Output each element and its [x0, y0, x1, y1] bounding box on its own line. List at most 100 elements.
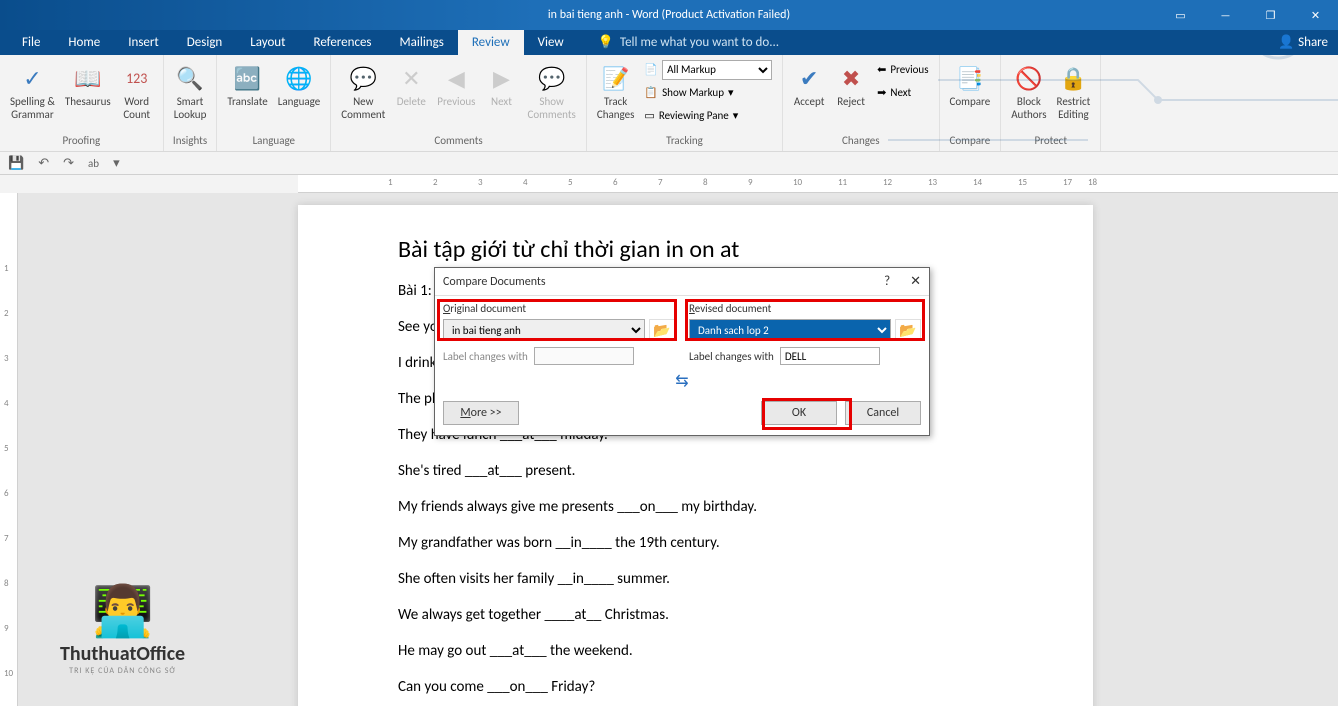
revised-document-dropdown[interactable]: Danh sach lop 2 [689, 319, 891, 341]
laptop-person-icon: 👨‍💻 [60, 581, 185, 642]
group-label: Comments [434, 132, 482, 149]
original-doc-label: Original document [443, 302, 675, 315]
prev-icon: ⬅ [877, 63, 886, 76]
word-count-button[interactable]: 123Word Count [117, 59, 157, 123]
block-authors-button[interactable]: 🚫Block Authors [1007, 59, 1050, 123]
restore-button[interactable]: ❐ [1248, 0, 1293, 30]
label-changes-rev-input[interactable] [780, 347, 880, 365]
qat-customize[interactable]: ▾ [113, 156, 120, 171]
tab-design[interactable]: Design [173, 30, 236, 55]
group-label: Protect [1035, 132, 1068, 149]
tab-mailings[interactable]: Mailings [386, 30, 458, 55]
prev-icon: ◀ [448, 61, 465, 95]
accept-icon: ✔ [800, 61, 818, 95]
undo-button[interactable]: ↶ [38, 156, 49, 171]
window-title: in bai tieng anh - Word (Product Activat… [548, 8, 790, 22]
lock-icon: 🔒 [1060, 61, 1087, 95]
translate-button[interactable]: 🔤Translate [223, 59, 271, 110]
tab-layout[interactable]: Layout [236, 30, 299, 55]
doc-icon: 📄 [644, 63, 658, 76]
eye-icon: 📋 [644, 86, 658, 99]
next-icon: ▶ [493, 61, 510, 95]
reject-button[interactable]: ✖Reject [831, 59, 871, 110]
compare-button[interactable]: 📑Compare [946, 59, 995, 110]
ribbon-options-icon[interactable]: ▭ [1158, 0, 1203, 30]
123-icon: 123 [126, 61, 147, 95]
abc-check-icon: ✓ [23, 61, 41, 95]
compare-documents-dialog: Compare Documents ? ✕ Original document … [434, 267, 930, 436]
block-icon: 🚫 [1015, 61, 1042, 95]
group-label: Proofing [62, 132, 100, 149]
translate-icon: 🔤 [234, 61, 261, 95]
spelling-grammar-button[interactable]: ✓Spelling & Grammar [6, 59, 59, 123]
show-markup-dropdown[interactable]: 📋Show Markup ▾ [640, 82, 776, 103]
close-button[interactable]: ✕ [1293, 0, 1338, 30]
ok-button[interactable]: OK [761, 401, 837, 425]
titlebar: in bai tieng anh - Word (Product Activat… [0, 0, 1338, 30]
browse-revised-button[interactable]: 📂 [895, 319, 921, 341]
dialog-close-button[interactable]: ✕ [910, 274, 921, 289]
dialog-title: Compare Documents [443, 275, 546, 289]
quick-access-toolbar: 💾 ↶ ↷ ab ▾ [0, 152, 1338, 175]
restrict-editing-button[interactable]: 🔒Restrict Editing [1053, 59, 1095, 123]
language-button[interactable]: 🌐Language [274, 59, 324, 110]
original-document-dropdown[interactable]: in bai tieng anh [443, 319, 645, 341]
ruler-horizontal[interactable]: 1234567891011121314151718 [298, 175, 1338, 193]
dialog-help-button[interactable]: ? [884, 274, 890, 289]
repeat-button[interactable]: ab [88, 157, 99, 170]
browse-original-button[interactable]: 📂 [649, 319, 675, 341]
show-icon: 💬 [538, 61, 565, 95]
track-icon: 📝 [602, 61, 629, 95]
previous-change-button[interactable]: ⬅Previous [873, 59, 932, 80]
lightbulb-icon: 💡 [598, 35, 614, 50]
save-icon[interactable]: 💾 [8, 156, 24, 171]
new-comment-button[interactable]: 💬New Comment [337, 59, 389, 123]
tab-references[interactable]: References [300, 30, 386, 55]
revised-doc-label: Revised document [689, 302, 921, 315]
menubar: File Home Insert Design Layout Reference… [0, 30, 1338, 55]
group-label: Changes [842, 132, 880, 149]
next-icon: ➡ [877, 86, 886, 99]
tell-me-input[interactable]: 💡 Tell me what you want to do... [598, 30, 779, 55]
ruler-vertical[interactable]: 12345678910 [0, 193, 18, 706]
globe-icon: 🌐 [285, 61, 312, 95]
minimize-button[interactable]: — [1203, 0, 1248, 30]
tab-view[interactable]: View [524, 30, 578, 55]
doc-line: My friends always give me presents ___on… [398, 498, 993, 516]
compare-icon: 📑 [956, 61, 983, 95]
thesaurus-button[interactable]: 📖Thesaurus [61, 59, 115, 110]
next-comment-button: ▶Next [481, 59, 521, 110]
tab-review[interactable]: Review [458, 30, 524, 55]
label-changes-orig-input [534, 347, 634, 365]
reviewing-pane-dropdown[interactable]: ▭Reviewing Pane ▾ [640, 105, 776, 126]
group-label: Tracking [666, 132, 703, 149]
doc-line: My grandfather was born __in____ the 19t… [398, 534, 993, 552]
next-change-button[interactable]: ➡Next [873, 82, 932, 103]
comment-icon: 💬 [350, 61, 377, 95]
tab-insert[interactable]: Insert [114, 30, 173, 55]
book-icon: 📖 [74, 61, 101, 95]
smart-lookup-button[interactable]: 🔍Smart Lookup [170, 59, 211, 123]
track-changes-button[interactable]: 📝Track Changes [593, 59, 639, 123]
doc-line: We always get together ____at__ Christma… [398, 606, 993, 624]
pane-icon: ▭ [644, 109, 654, 122]
label-changes-orig: Label changes with [443, 350, 528, 363]
accept-button[interactable]: ✔Accept [789, 59, 829, 110]
swap-documents-button[interactable]: ⇆ [443, 365, 921, 397]
markup-display-dropdown[interactable]: 📄All Markup [640, 59, 776, 80]
redo-button[interactable]: ↷ [63, 156, 74, 171]
reject-icon: ✖ [842, 61, 860, 95]
tab-home[interactable]: Home [54, 30, 114, 55]
tab-file[interactable]: File [8, 30, 54, 55]
doc-line: She's tired ___at___ present. [398, 462, 993, 480]
cancel-button[interactable]: Cancel [845, 401, 921, 425]
folder-icon: 📂 [653, 322, 670, 339]
group-label: Compare [950, 132, 991, 149]
watermark-logo: 👨‍💻 ThuthuatOffice TRI KỆ CỦA DÂN CÔNG S… [60, 581, 185, 676]
share-button[interactable]: 👤 Share [1268, 30, 1338, 55]
person-icon: 👤 [1278, 35, 1294, 50]
more-button[interactable]: More >> [443, 401, 519, 425]
label-changes-rev: Label changes with [689, 350, 774, 363]
folder-icon: 📂 [899, 322, 916, 339]
show-comments-button: 💬Show Comments [523, 59, 579, 123]
